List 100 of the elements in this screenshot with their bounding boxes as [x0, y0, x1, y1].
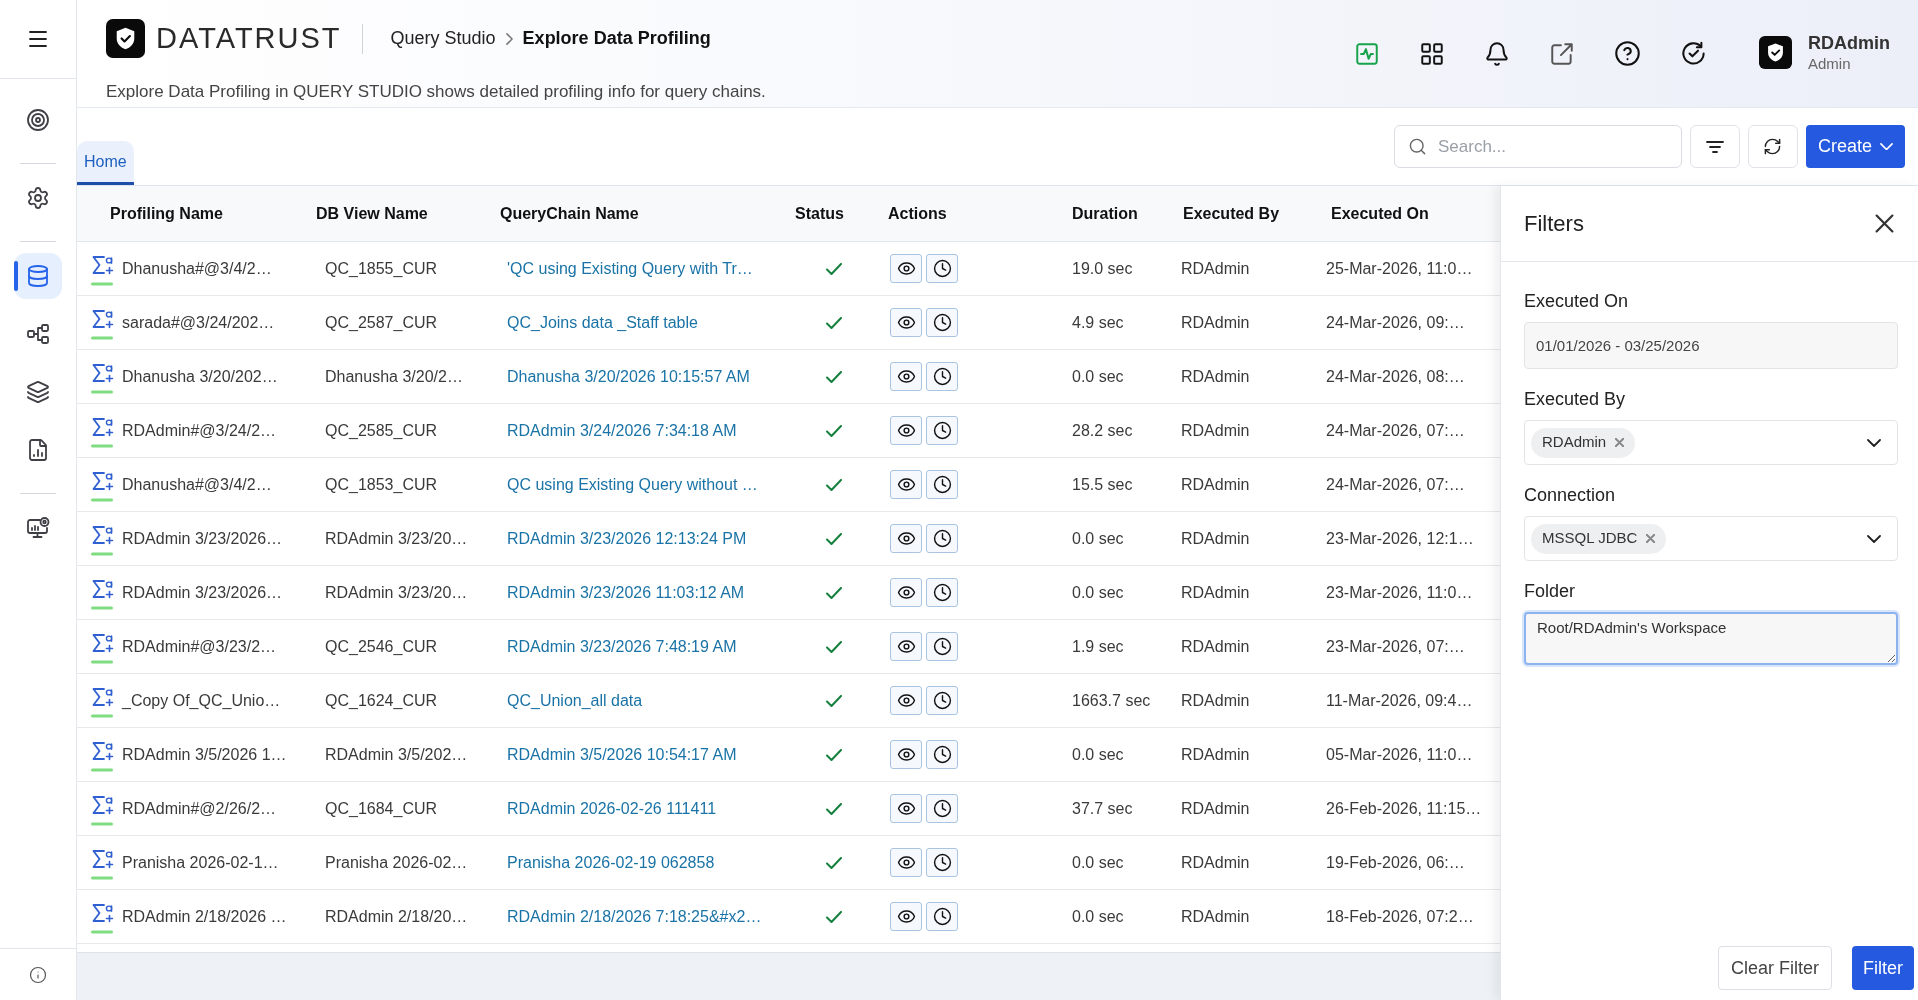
history-button[interactable]: [926, 254, 958, 283]
view-button[interactable]: [890, 794, 922, 823]
querychain-link[interactable]: RDAdmin 2/18/2026 7:18:25&#x2…: [507, 907, 762, 927]
querychain-link[interactable]: RDAdmin 2026-02-26 111411: [507, 799, 717, 819]
table-cell: RDAdmin 3/23/20…: [325, 583, 468, 603]
sidebar-item[interactable]: [14, 253, 62, 299]
history-button[interactable]: [926, 794, 958, 823]
breadcrumb-item[interactable]: Query Studio: [390, 25, 496, 52]
view-button[interactable]: [890, 632, 922, 661]
table-cell: RDAdmin: [1181, 637, 1250, 657]
table-cell: QC_2546_CUR: [325, 637, 438, 657]
view-button[interactable]: [890, 308, 922, 337]
history-button[interactable]: [926, 848, 958, 877]
clear-filter-button[interactable]: Clear Filter: [1718, 946, 1832, 990]
querychain-link[interactable]: RDAdmin 3/23/2026 11:03:12 AM: [507, 583, 745, 603]
view-button[interactable]: [890, 686, 922, 715]
table-cell: RDAdmin: [1181, 907, 1250, 927]
field-label: Executed By: [1524, 388, 1627, 411]
table-cell: RDAdmin#@2/26/2…: [122, 799, 277, 819]
view-button[interactable]: [890, 362, 922, 391]
table-cell: QC_1855_CUR: [325, 259, 438, 279]
table-cell: RDAdmin 3/23/2026…: [122, 583, 283, 603]
sigma-icon: [90, 632, 116, 664]
view-button[interactable]: [890, 254, 922, 283]
eye-icon: [896, 907, 916, 926]
date-range-field[interactable]: 01/01/2026 - 03/25/2026: [1524, 322, 1898, 369]
monitor-eye-icon: [26, 516, 50, 540]
history-button[interactable]: [926, 470, 958, 499]
multi-select-field[interactable]: RDAdmin: [1524, 420, 1898, 465]
multi-select-field[interactable]: MSSQL JDBC: [1524, 516, 1898, 561]
querychain-link[interactable]: 'QC using Existing Query with Tr…: [507, 259, 753, 279]
view-button[interactable]: [890, 416, 922, 445]
querychain-link[interactable]: RDAdmin 3/23/2026 7:48:19 AM: [507, 637, 737, 657]
sigma-icon: [90, 416, 116, 448]
view-button[interactable]: [890, 848, 922, 877]
filter-tag[interactable]: RDAdmin: [1531, 427, 1636, 458]
history-button[interactable]: [926, 362, 958, 391]
info-icon[interactable]: [29, 965, 47, 984]
search-field[interactable]: Search...: [1393, 125, 1682, 168]
history-button[interactable]: [926, 524, 958, 553]
table-cell: RDAdmin: [1181, 529, 1250, 549]
tab[interactable]: Home: [77, 141, 134, 185]
view-button[interactable]: [890, 902, 922, 931]
eye-icon: [896, 367, 916, 386]
table-cell: RDAdmin: [1181, 421, 1250, 441]
querychain-link[interactable]: Dhanusha 3/20/2026 10:15:57 AM: [507, 367, 750, 387]
history-button[interactable]: [926, 740, 958, 769]
table-cell: 0.0 sec: [1072, 367, 1124, 387]
table-cell: 0.0 sec: [1072, 907, 1124, 927]
querychain-link[interactable]: RDAdmin 3/23/2026 12:13:24 PM: [507, 529, 747, 549]
querychain-link[interactable]: QC_Union_all data: [507, 691, 643, 711]
querychain-link[interactable]: QC using Existing Query without …: [507, 475, 758, 495]
querychain-link[interactable]: RDAdmin 3/5/2026 10:54:17 AM: [507, 745, 737, 765]
view-button[interactable]: [890, 524, 922, 553]
eye-icon: [896, 799, 916, 818]
chevron-down-icon[interactable]: [1867, 534, 1881, 543]
table-cell: 23-Mar-2026, 11:0…: [1326, 583, 1473, 603]
history-button[interactable]: [926, 686, 958, 715]
history-button[interactable]: [926, 416, 958, 445]
querychain-link[interactable]: Pranisha 2026-02-19 062858: [507, 853, 715, 873]
column-header: Status: [794, 203, 845, 224]
view-button[interactable]: [890, 578, 922, 607]
table-cell: Dhanusha#@3/4/2…: [122, 259, 272, 279]
file-chart-icon: [26, 438, 50, 462]
history-button[interactable]: [926, 902, 958, 931]
target-icon: [26, 108, 50, 132]
table-cell: RDAdmin 3/23/2026…: [122, 529, 283, 549]
filter-button[interactable]: Filter: [1852, 946, 1914, 990]
table-cell: 37.7 sec: [1072, 799, 1133, 819]
sigma-icon: [90, 848, 116, 880]
external-link-icon[interactable]: [1549, 40, 1575, 67]
querychain-link[interactable]: RDAdmin 3/24/2026 7:34:18 AM: [507, 421, 737, 441]
table-cell: Pranisha 2026-02…: [325, 853, 468, 873]
chevron-down-icon[interactable]: [1867, 438, 1881, 447]
table-cell: RDAdmin: [1181, 853, 1250, 873]
history-button[interactable]: [926, 308, 958, 337]
create-button[interactable]: Create: [1805, 125, 1905, 168]
table-cell: RDAdmin 3/23/20…: [325, 529, 468, 549]
grid-icon[interactable]: [1419, 40, 1445, 67]
view-button[interactable]: [890, 470, 922, 499]
close-icon[interactable]: [1875, 214, 1894, 233]
filter-tag[interactable]: MSSQL JDBC: [1531, 523, 1667, 554]
folder-textarea[interactable]: Root/RDAdmin's Workspace: [1524, 612, 1898, 665]
help-icon[interactable]: [1614, 40, 1641, 67]
view-button[interactable]: [890, 740, 922, 769]
refresh-button[interactable]: [1747, 125, 1798, 168]
table-cell: 4.9 sec: [1072, 313, 1124, 333]
bell-icon[interactable]: [1484, 40, 1510, 67]
table-cell: 0.0 sec: [1072, 583, 1124, 603]
querychain-link[interactable]: QC_Joins data _Staff table: [507, 313, 698, 333]
settings-icon: [26, 186, 50, 210]
history-button[interactable]: [926, 632, 958, 661]
eye-icon: [896, 637, 916, 656]
history-button[interactable]: [926, 578, 958, 607]
activity-icon[interactable]: [1354, 40, 1380, 67]
filter-button[interactable]: [1689, 125, 1740, 168]
clock-icon: [932, 637, 952, 656]
eye-icon: [896, 475, 916, 494]
table-cell: 1663.7 sec: [1072, 691, 1151, 711]
circular-arrow-check-icon[interactable]: [1680, 40, 1707, 67]
